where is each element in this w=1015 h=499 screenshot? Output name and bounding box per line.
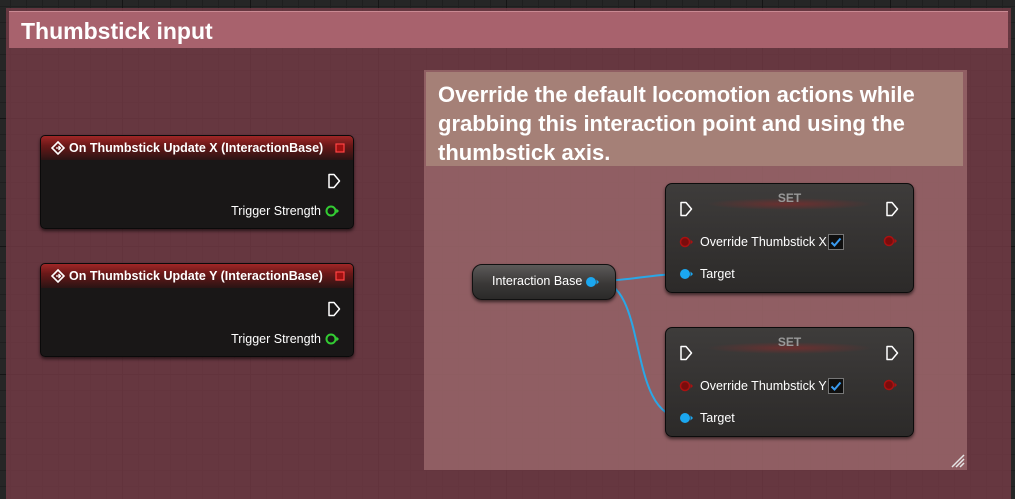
- exec-out-pin-icon[interactable]: [327, 173, 341, 189]
- variable-node-interaction-base[interactable]: Interaction Base: [472, 264, 616, 300]
- set-title: SET: [777, 335, 802, 349]
- bool-in-pin-icon[interactable]: [679, 235, 695, 249]
- node-title: On Thumbstick Update Y (InteractionBase): [69, 269, 323, 283]
- pin-label-trigger-strength: Trigger Strength: [231, 204, 321, 218]
- override-thumbstick-x-checkbox[interactable]: [828, 234, 844, 250]
- pin-label-override-thumbstick-x: Override Thumbstick X: [700, 235, 827, 249]
- event-node-thumbstick-y[interactable]: On Thumbstick Update Y (InteractionBase)…: [40, 263, 354, 357]
- node-header: On Thumbstick Update Y (InteractionBase): [41, 264, 353, 288]
- object-in-pin-icon[interactable]: [679, 411, 695, 425]
- pin-label-trigger-strength: Trigger Strength: [231, 332, 321, 346]
- bool-out-pin-icon[interactable]: [883, 378, 899, 392]
- variable-label: Interaction Base: [492, 274, 583, 288]
- delegate-pin-icon[interactable]: [335, 271, 345, 281]
- set-title: SET: [777, 191, 802, 205]
- pin-label-override-thumbstick-y: Override Thumbstick Y: [700, 379, 827, 393]
- exec-out-pin-icon[interactable]: [327, 301, 341, 317]
- event-icon: [51, 269, 65, 283]
- node-header: On Thumbstick Update X (InteractionBase): [41, 136, 353, 160]
- set-node-override-thumbstick-y[interactable]: SET Override Thumbstick Y Target: [665, 327, 914, 437]
- checkmark-icon: [830, 381, 842, 391]
- exec-in-pin-icon[interactable]: [679, 201, 693, 217]
- event-node-thumbstick-x[interactable]: On Thumbstick Update X (InteractionBase)…: [40, 135, 354, 229]
- exec-in-pin-icon[interactable]: [679, 345, 693, 361]
- object-out-pin-icon[interactable]: [585, 275, 601, 289]
- exec-out-pin-icon[interactable]: [885, 345, 899, 361]
- node-title: On Thumbstick Update X (InteractionBase): [69, 141, 324, 155]
- bool-in-pin-icon[interactable]: [679, 379, 695, 393]
- override-thumbstick-y-checkbox[interactable]: [828, 378, 844, 394]
- float-out-pin-icon[interactable]: [325, 332, 341, 346]
- float-out-pin-icon[interactable]: [325, 204, 341, 218]
- pin-label-target: Target: [700, 411, 735, 425]
- delegate-pin-icon[interactable]: [335, 143, 345, 153]
- pin-label-target: Target: [700, 267, 735, 281]
- object-in-pin-icon[interactable]: [679, 267, 695, 281]
- exec-out-pin-icon[interactable]: [885, 201, 899, 217]
- checkmark-icon: [830, 237, 842, 247]
- event-icon: [51, 141, 65, 155]
- bool-out-pin-icon[interactable]: [883, 234, 899, 248]
- set-node-override-thumbstick-x[interactable]: SET Override Thumbstick X Target: [665, 183, 914, 293]
